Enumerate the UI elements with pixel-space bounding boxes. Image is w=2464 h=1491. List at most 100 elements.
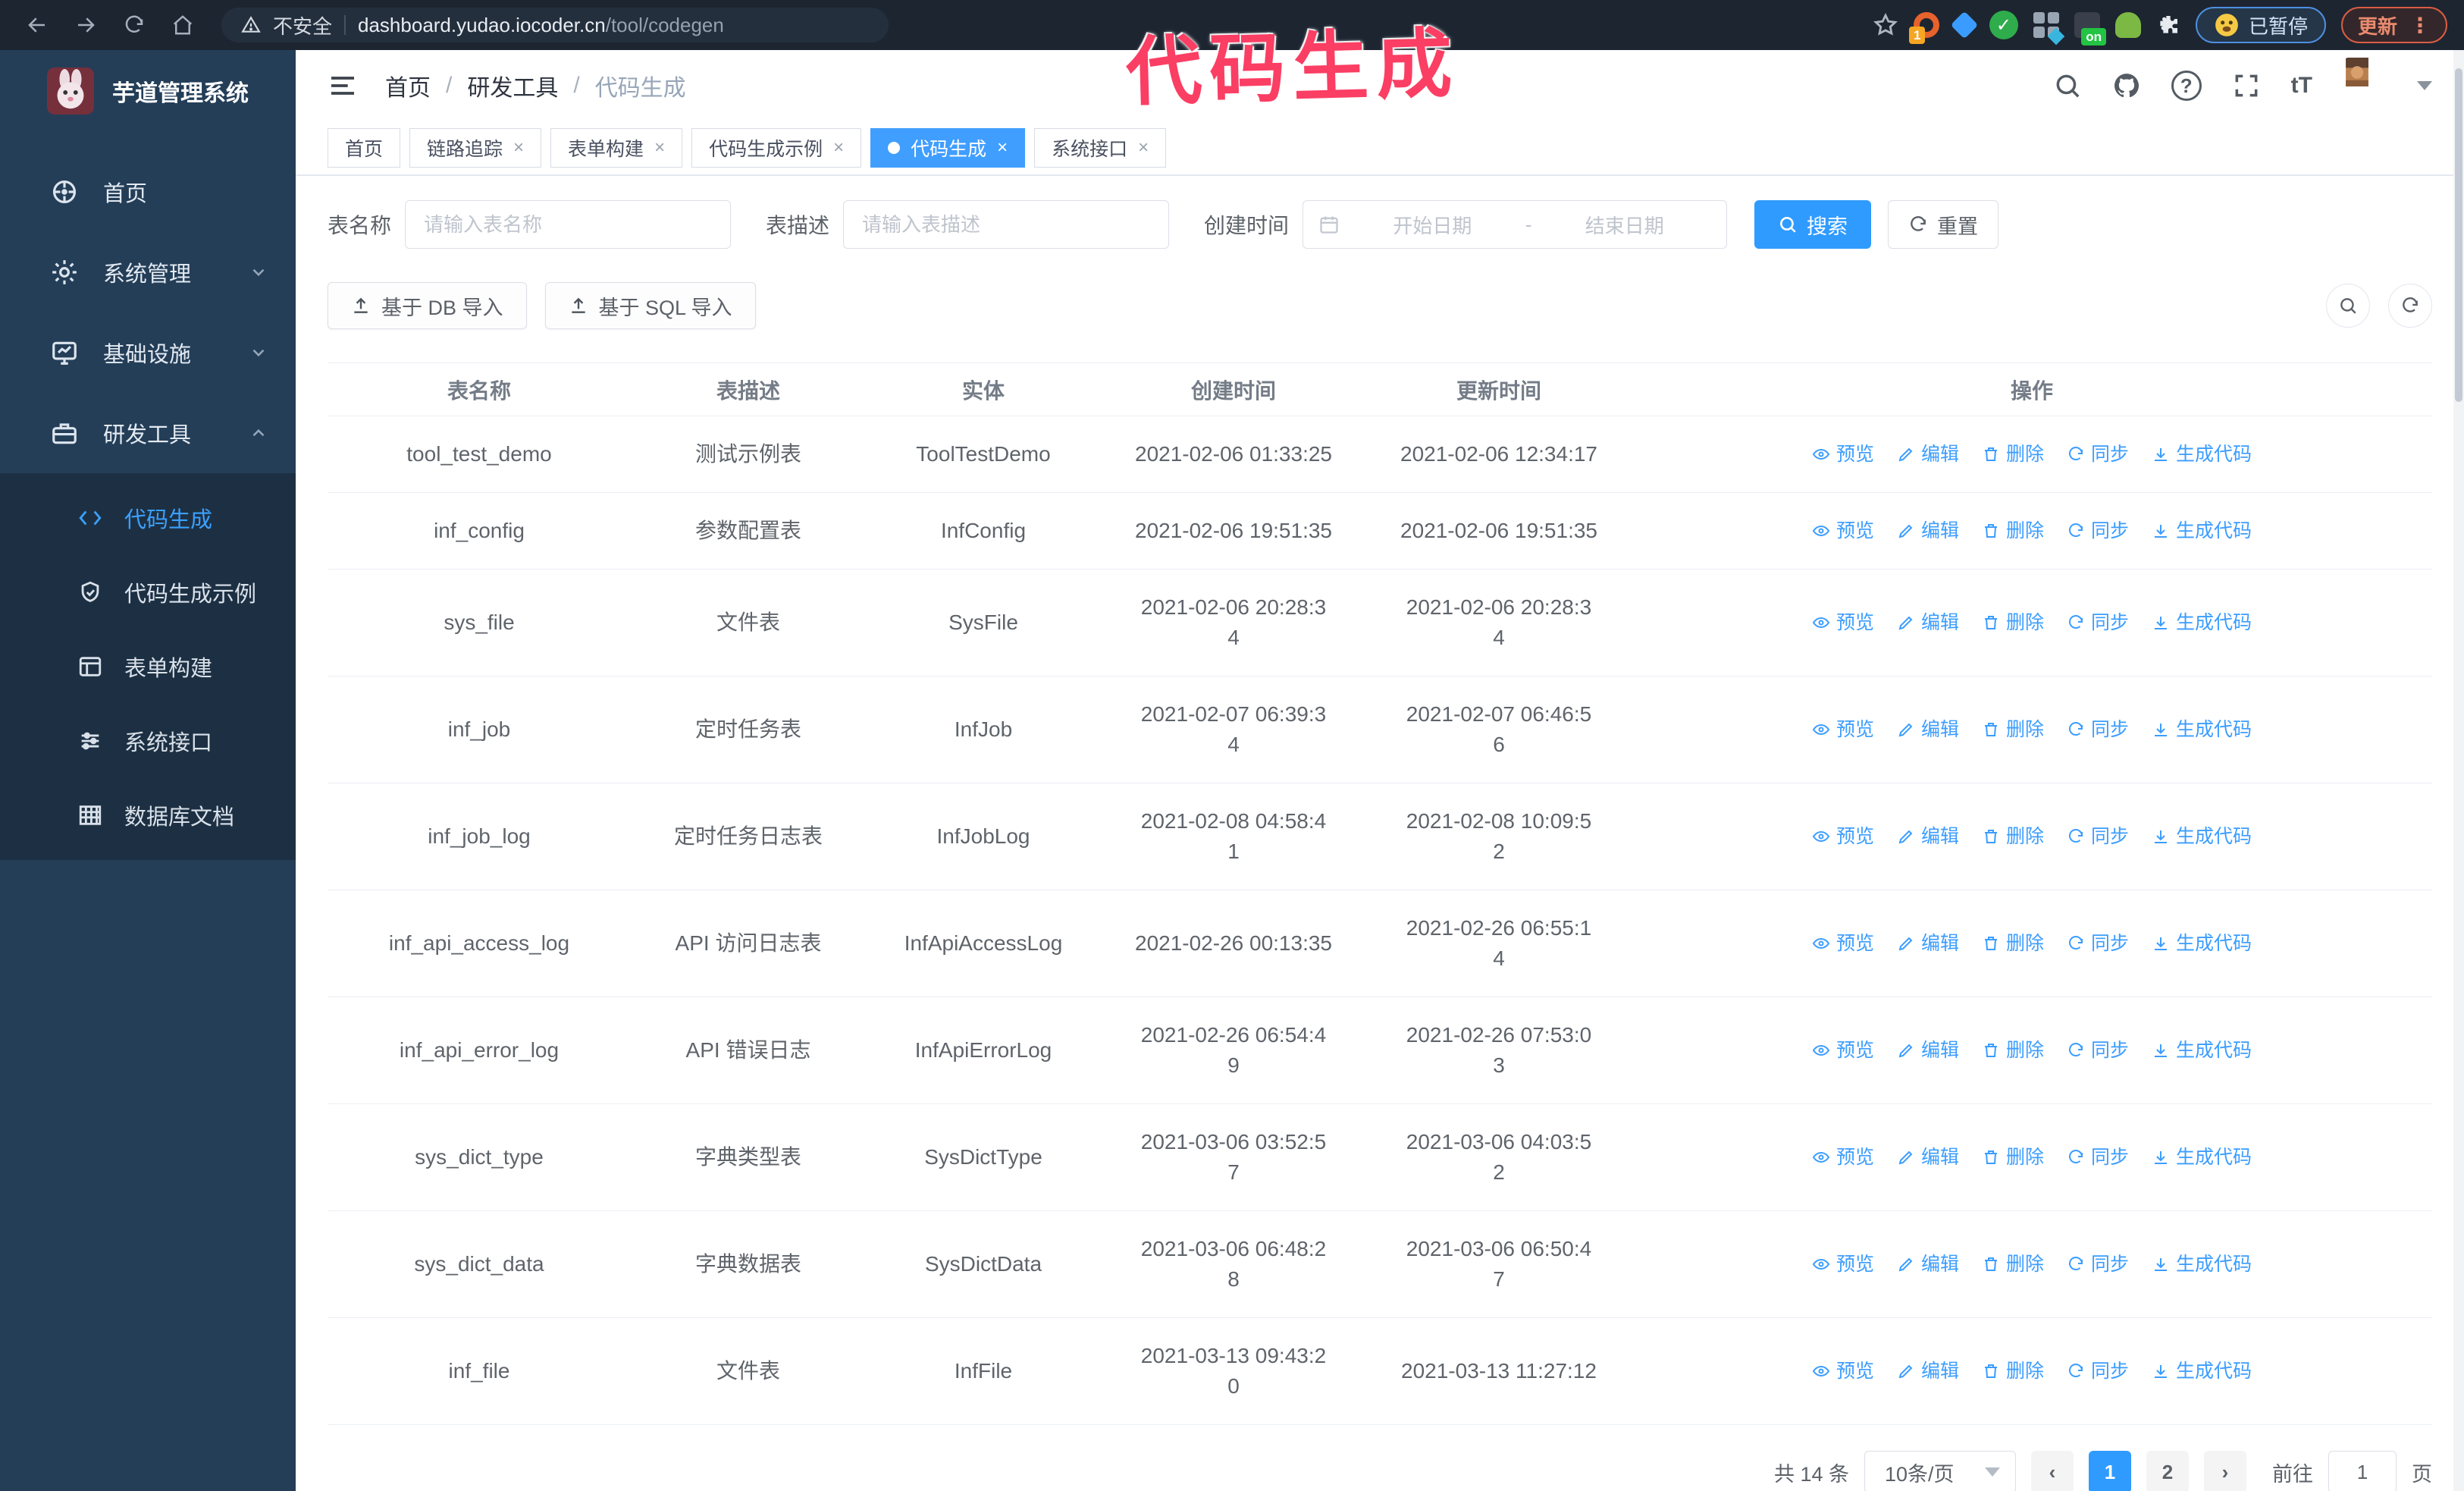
tab-close-icon[interactable]: × bbox=[833, 139, 844, 157]
next-page-button[interactable]: › bbox=[2204, 1451, 2246, 1491]
edit-link[interactable]: 编辑 bbox=[1897, 439, 1959, 469]
import-sql-button[interactable]: 基于 SQL 导入 bbox=[544, 282, 756, 329]
sync-link[interactable]: 同步 bbox=[2067, 714, 2129, 745]
delete-link[interactable]: 删除 bbox=[1982, 1356, 2044, 1386]
toggle-search-button[interactable] bbox=[2326, 284, 2370, 328]
help-icon[interactable]: ? bbox=[2171, 71, 2202, 101]
delete-link[interactable]: 删除 bbox=[1982, 928, 2044, 959]
paused-profile-chip[interactable]: 已暂停 bbox=[2195, 7, 2326, 43]
breadcrumb-home[interactable]: 首页 bbox=[385, 69, 431, 102]
sidebar-item-codegen-demo[interactable]: 代码生成示例 bbox=[0, 555, 296, 629]
edit-link[interactable]: 编辑 bbox=[1897, 1035, 1959, 1066]
extension-gem-icon[interactable] bbox=[1950, 11, 1979, 39]
edit-link[interactable]: 编辑 bbox=[1897, 1142, 1959, 1172]
avatar-caret-icon[interactable] bbox=[2417, 81, 2432, 90]
back-icon[interactable] bbox=[17, 5, 58, 46]
table-desc-input[interactable] bbox=[843, 200, 1170, 249]
generate-code-link[interactable]: 生成代码 bbox=[2152, 1356, 2252, 1386]
scrollbar-thumb[interactable] bbox=[2455, 68, 2462, 402]
date-range-picker[interactable]: 开始日期 - 结束日期 bbox=[1303, 200, 1728, 249]
url-bar[interactable]: 不安全 dashboard.yudao.iocoder.cn/tool/code… bbox=[221, 8, 889, 42]
sync-link[interactable]: 同步 bbox=[2067, 1035, 2129, 1066]
sidebar-item-system-api[interactable]: 系统接口 bbox=[0, 704, 296, 778]
edit-link[interactable]: 编辑 bbox=[1897, 714, 1959, 745]
preview-link[interactable]: 预览 bbox=[1812, 1035, 1874, 1066]
preview-link[interactable]: 预览 bbox=[1812, 928, 1874, 959]
page-tab[interactable]: 表单构建 × bbox=[550, 128, 683, 168]
sync-link[interactable]: 同步 bbox=[2067, 928, 2129, 959]
edit-link[interactable]: 编辑 bbox=[1897, 516, 1959, 546]
generate-code-link[interactable]: 生成代码 bbox=[2152, 928, 2252, 959]
edit-link[interactable]: 编辑 bbox=[1897, 928, 1959, 959]
sync-link[interactable]: 同步 bbox=[2067, 1356, 2129, 1386]
edit-link[interactable]: 编辑 bbox=[1897, 1249, 1959, 1279]
font-size-icon[interactable]: tT bbox=[2291, 73, 2312, 99]
import-db-button[interactable]: 基于 DB 导入 bbox=[328, 282, 527, 329]
page-tab[interactable]: 代码生成 × bbox=[870, 128, 1026, 168]
fullscreen-icon[interactable] bbox=[2232, 71, 2261, 100]
generate-code-link[interactable]: 生成代码 bbox=[2152, 1249, 2252, 1279]
home-icon[interactable] bbox=[162, 5, 203, 46]
sync-link[interactable]: 同步 bbox=[2067, 821, 2129, 852]
extension-grid-icon[interactable] bbox=[2033, 12, 2065, 46]
sync-link[interactable]: 同步 bbox=[2067, 1142, 2129, 1172]
browser-update-button[interactable]: 更新 ⋮ bbox=[2340, 7, 2447, 43]
preview-link[interactable]: 预览 bbox=[1812, 607, 1874, 638]
forward-icon[interactable] bbox=[65, 5, 106, 46]
reload-icon[interactable] bbox=[114, 5, 155, 46]
browser-menu-icon[interactable]: ⋮ bbox=[2409, 13, 2431, 38]
tab-close-icon[interactable]: × bbox=[1138, 139, 1149, 157]
bookmark-star-icon[interactable] bbox=[1873, 12, 1898, 38]
page-tab[interactable]: 系统接口 × bbox=[1034, 128, 1167, 168]
generate-code-link[interactable]: 生成代码 bbox=[2152, 607, 2252, 638]
page-tab[interactable]: 代码生成示例 × bbox=[691, 128, 862, 168]
generate-code-link[interactable]: 生成代码 bbox=[2152, 516, 2252, 546]
sidebar-item-devtools[interactable]: 研发工具 bbox=[0, 393, 296, 473]
preview-link[interactable]: 预览 bbox=[1812, 1142, 1874, 1172]
goto-page-input[interactable] bbox=[2328, 1451, 2397, 1491]
delete-link[interactable]: 删除 bbox=[1982, 714, 2044, 745]
sync-link[interactable]: 同步 bbox=[2067, 607, 2129, 638]
extension-switch-icon[interactable]: on bbox=[2074, 12, 2106, 46]
breadcrumb-devtools[interactable]: 研发工具 bbox=[467, 69, 558, 102]
tab-close-icon[interactable]: × bbox=[513, 139, 524, 157]
sidebar-item-codegen[interactable]: 代码生成 bbox=[0, 481, 296, 555]
delete-link[interactable]: 删除 bbox=[1982, 516, 2044, 546]
sidebar-item-db-docs[interactable]: 数据库文档 bbox=[0, 778, 296, 852]
prev-page-button[interactable]: ‹ bbox=[2031, 1451, 2074, 1491]
delete-link[interactable]: 删除 bbox=[1982, 1035, 2044, 1066]
delete-link[interactable]: 删除 bbox=[1982, 821, 2044, 852]
delete-link[interactable]: 删除 bbox=[1982, 439, 2044, 469]
generate-code-link[interactable]: 生成代码 bbox=[2152, 821, 2252, 852]
generate-code-link[interactable]: 生成代码 bbox=[2152, 1035, 2252, 1066]
preview-link[interactable]: 预览 bbox=[1812, 439, 1874, 469]
preview-link[interactable]: 预览 bbox=[1812, 1356, 1874, 1386]
github-icon[interactable] bbox=[2112, 71, 2141, 100]
sync-link[interactable]: 同步 bbox=[2067, 439, 2129, 469]
edit-link[interactable]: 编辑 bbox=[1897, 1356, 1959, 1386]
refresh-table-button[interactable] bbox=[2388, 284, 2432, 328]
page-tab[interactable]: 首页 × bbox=[328, 128, 401, 168]
extension-orange-icon[interactable]: 1 bbox=[1908, 12, 1939, 44]
tab-close-icon[interactable]: × bbox=[997, 139, 1008, 157]
sidebar-item-system[interactable]: 系统管理 bbox=[0, 232, 296, 312]
hamburger-icon[interactable] bbox=[328, 71, 358, 101]
preview-link[interactable]: 预览 bbox=[1812, 821, 1874, 852]
reset-button[interactable]: 重置 bbox=[1888, 200, 1999, 249]
sync-link[interactable]: 同步 bbox=[2067, 1249, 2129, 1279]
delete-link[interactable]: 删除 bbox=[1982, 1142, 2044, 1172]
user-avatar[interactable] bbox=[2343, 58, 2387, 114]
app-logo-row[interactable]: 芋道管理系统 bbox=[0, 50, 296, 132]
generate-code-link[interactable]: 生成代码 bbox=[2152, 1142, 2252, 1172]
table-name-input[interactable] bbox=[405, 200, 732, 249]
sidebar-item-form-builder[interactable]: 表单构建 bbox=[0, 629, 296, 704]
sidebar-item-infra[interactable]: 基础设施 bbox=[0, 312, 296, 393]
page-button-1[interactable]: 1 bbox=[2089, 1451, 2131, 1491]
delete-link[interactable]: 删除 bbox=[1982, 1249, 2044, 1279]
preview-link[interactable]: 预览 bbox=[1812, 1249, 1874, 1279]
sync-link[interactable]: 同步 bbox=[2067, 516, 2129, 546]
edit-link[interactable]: 编辑 bbox=[1897, 607, 1959, 638]
preview-link[interactable]: 预览 bbox=[1812, 714, 1874, 745]
page-button-2[interactable]: 2 bbox=[2146, 1451, 2189, 1491]
sidebar-item-home[interactable]: 首页 bbox=[0, 152, 296, 232]
